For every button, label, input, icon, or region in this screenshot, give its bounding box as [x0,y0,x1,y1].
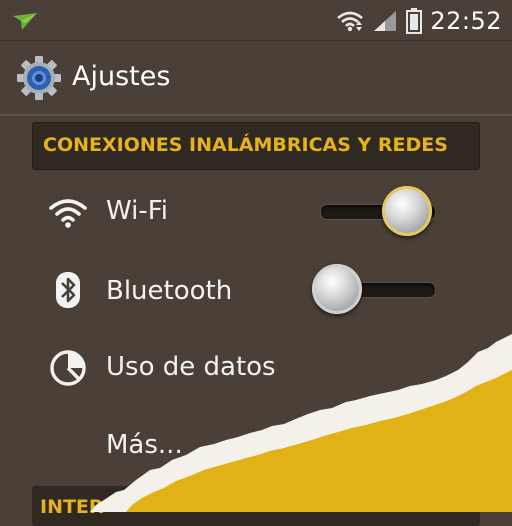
section-header-2: INTER [32,486,480,526]
app-bar: Ajustes [0,40,512,116]
status-time: 22:52 [430,7,502,35]
settings-row-bluetooth[interactable]: Bluetooth [0,252,512,330]
settings-row-wifi[interactable]: Wi-Fi [0,174,512,252]
notification-arrow-icon [13,13,37,30]
appbar-divider [0,114,512,116]
settings-row-more[interactable]: Más... [0,408,512,486]
wifi-signal-icon [337,11,364,32]
page-title: Ajustes [72,61,171,92]
settings-row-data-usage[interactable]: Uso de datos [0,330,512,408]
wifi-toggle[interactable] [316,184,446,238]
bluetooth-icon [56,272,80,308]
settings-gear-icon[interactable] [16,55,62,101]
more-label: Más... [106,430,183,460]
bluetooth-label: Bluetooth [106,276,233,306]
status-bar: 22:52 [0,0,512,40]
data-usage-icon [50,350,86,386]
toggle-knob[interactable] [382,186,432,236]
wifi-icon [49,199,87,228]
section-header-wireless: CONEXIONES INALÁMBRICAS Y REDES [32,122,480,170]
data-usage-label: Uso de datos [106,352,276,382]
battery-icon [406,8,423,34]
wifi-label: Wi-Fi [106,196,169,226]
section-title: CONEXIONES INALÁMBRICAS Y REDES [43,134,448,156]
section-title-2: INTER [40,496,104,518]
bluetooth-toggle[interactable] [312,262,446,316]
toggle-knob[interactable] [312,264,362,314]
cell-signal-icon [374,11,397,31]
